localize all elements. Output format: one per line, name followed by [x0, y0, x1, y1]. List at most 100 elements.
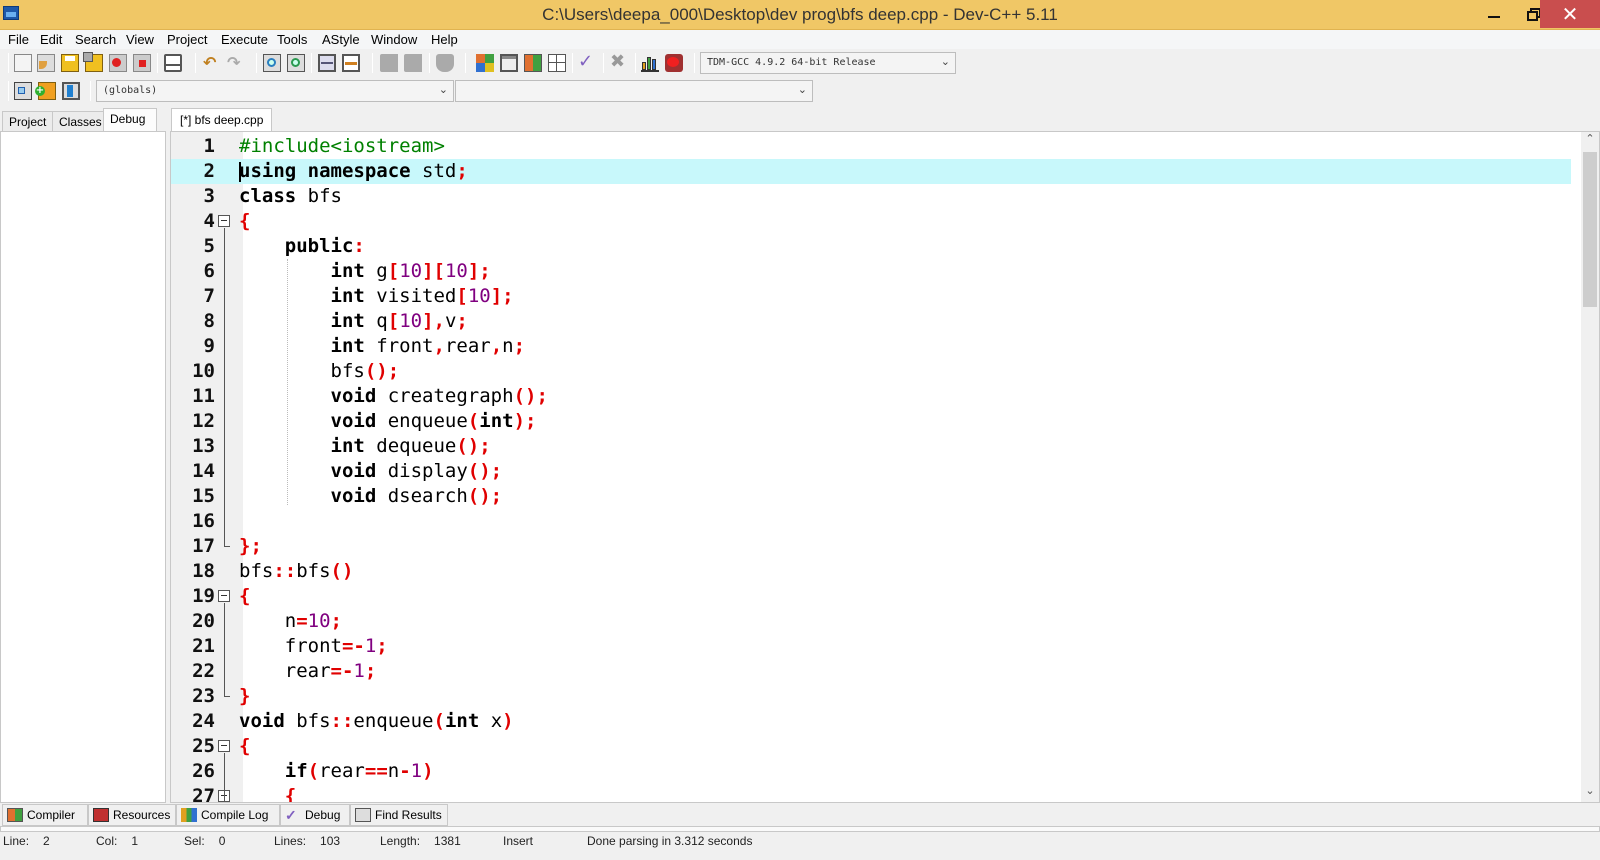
code-text[interactable]: int visited[10];	[239, 284, 514, 309]
code-line[interactable]: 19 {	[171, 584, 1571, 609]
code-line[interactable]: 8 int q[10],v;	[171, 309, 1571, 334]
menu-edit[interactable]: Edit	[40, 32, 62, 47]
tab-debug[interactable]: Debug	[103, 108, 157, 132]
redo-icon[interactable]: ↷	[227, 55, 245, 73]
new-file-icon[interactable]	[14, 54, 32, 72]
menu-window[interactable]: Window	[371, 32, 417, 47]
compile-icon[interactable]	[476, 54, 494, 72]
code-line[interactable]: 12 void enqueue(int);	[171, 409, 1571, 434]
code-line[interactable]: 6 int g[10][10];	[171, 259, 1571, 284]
code-text[interactable]: {	[239, 734, 250, 759]
menu-project[interactable]: Project	[167, 32, 207, 47]
code-text[interactable]: using namespace std;	[239, 159, 468, 184]
code-text[interactable]: void creategraph();	[239, 384, 548, 409]
fold-collapse-icon[interactable]	[218, 215, 230, 227]
code-text[interactable]: }	[239, 684, 250, 709]
scope-select[interactable]: (globals) ⌄	[96, 80, 454, 102]
code-line[interactable]: 24 void bfs::enqueue(int x)	[171, 709, 1571, 734]
tab-find-results[interactable]: Find Results	[350, 804, 448, 826]
code-text[interactable]: rear=-1;	[239, 659, 377, 684]
code-line[interactable]: 7 int visited[10];	[171, 284, 1571, 309]
stop-icon[interactable]: ✖	[610, 53, 628, 71]
new-project-icon[interactable]	[14, 82, 32, 100]
code-text[interactable]: {	[239, 784, 296, 802]
bookmark-prev-icon[interactable]	[380, 54, 398, 72]
code-text[interactable]: public:	[239, 234, 365, 259]
code-line[interactable]: 27 {	[171, 784, 1571, 802]
syntax-check-icon[interactable]: ✓	[578, 53, 596, 71]
replace-icon[interactable]	[287, 54, 305, 72]
code-text[interactable]: bfs();	[239, 359, 400, 384]
code-line[interactable]: 3 class bfs	[171, 184, 1571, 209]
delete-profile-icon[interactable]	[665, 54, 683, 72]
code-line[interactable]: 10 bfs();	[171, 359, 1571, 384]
tab-compile-log[interactable]: Compile Log	[176, 804, 280, 826]
profile-icon[interactable]	[641, 54, 659, 72]
code-text[interactable]: int g[10][10];	[239, 259, 491, 284]
save-icon[interactable]	[61, 54, 79, 72]
code-text[interactable]: void dsearch();	[239, 484, 503, 509]
code-line[interactable]: 23}	[171, 684, 1571, 709]
code-text[interactable]: n=10;	[239, 609, 342, 634]
close-button[interactable]: ✕	[1540, 0, 1600, 28]
menu-search[interactable]: Search	[75, 32, 116, 47]
code-text[interactable]: bfs::bfs()	[239, 559, 353, 584]
open-file-icon[interactable]	[37, 54, 55, 72]
tab-classes[interactable]: Classes	[52, 111, 109, 132]
code-text[interactable]: front=-1;	[239, 634, 388, 659]
code-line[interactable]: 5 public:	[171, 234, 1571, 259]
indent-icon[interactable]	[318, 54, 336, 72]
run-icon[interactable]	[500, 54, 518, 72]
code-line[interactable]: 11 void creategraph();	[171, 384, 1571, 409]
code-line[interactable]: 2 using namespace std;	[171, 159, 1571, 184]
compile-run-icon[interactable]	[524, 54, 542, 72]
print-icon[interactable]	[164, 54, 182, 72]
code-line[interactable]: 15 void dsearch();	[171, 484, 1571, 509]
editor-tab-bfs-deep-cpp[interactable]: [*] bfs deep.cpp	[171, 108, 273, 132]
scroll-down-icon[interactable]: ⌄	[1581, 784, 1599, 802]
code-line[interactable]: 16	[171, 509, 1571, 534]
rebuild-icon[interactable]	[548, 54, 566, 72]
project-options-icon[interactable]	[62, 82, 80, 100]
code-text[interactable]: void bfs::enqueue(int x)	[239, 709, 514, 734]
unindent-icon[interactable]	[342, 54, 360, 72]
code-text[interactable]: {	[239, 209, 250, 234]
debug-panel[interactable]	[0, 131, 166, 803]
code-text[interactable]: #include<iostream>	[239, 134, 445, 159]
menu-tools[interactable]: Tools	[277, 32, 307, 47]
code-line[interactable]: 26 if(rear==n-1)	[171, 759, 1571, 784]
code-line[interactable]: 20 n=10;	[171, 609, 1571, 634]
tab-debug-output[interactable]: ✓ Debug	[280, 804, 350, 826]
code-line[interactable]: 9 int front,rear,n;	[171, 334, 1571, 359]
bookmark-next-icon[interactable]	[404, 54, 422, 72]
tab-project[interactable]: Project	[2, 111, 54, 132]
code-text[interactable]: class bfs	[239, 184, 342, 209]
code-line[interactable]: 14 void display();	[171, 459, 1571, 484]
fold-collapse-icon[interactable]	[218, 740, 230, 752]
save-all-icon[interactable]	[83, 52, 103, 72]
code-text[interactable]: int q[10],v;	[239, 309, 468, 334]
function-select[interactable]: ⌄	[455, 80, 813, 102]
code-line[interactable]: 21 front=-1;	[171, 634, 1571, 659]
code-editor[interactable]: 1 #include<iostream> 2 using namespace std;…	[170, 131, 1600, 803]
code-line[interactable]: 1 #include<iostream>	[171, 134, 1571, 159]
code-text[interactable]: int dequeue();	[239, 434, 491, 459]
code-text[interactable]: void enqueue(int);	[239, 409, 537, 434]
add-to-project-icon[interactable]: +	[35, 82, 56, 100]
scroll-up-icon[interactable]: ⌃	[1581, 132, 1599, 150]
code-line[interactable]: 4{	[171, 209, 1571, 234]
code-line[interactable]: 17};	[171, 534, 1571, 559]
close-all-icon[interactable]	[133, 54, 151, 72]
find-icon[interactable]	[263, 54, 281, 72]
vertical-scrollbar[interactable]: ⌃ ⌄	[1581, 132, 1599, 802]
code-line[interactable]: 13 int dequeue();	[171, 434, 1571, 459]
code-text[interactable]: if(rear==n-1)	[239, 759, 434, 784]
code-line[interactable]: 22 rear=-1;	[171, 659, 1571, 684]
tab-compiler[interactable]: Compiler	[2, 804, 88, 826]
code-line[interactable]: 25 {	[171, 734, 1571, 759]
minimize-button[interactable]	[1474, 0, 1514, 28]
menu-execute[interactable]: Execute	[221, 32, 268, 47]
menu-view[interactable]: View	[126, 32, 154, 47]
code-text[interactable]: int front,rear,n;	[239, 334, 526, 359]
close-file-icon[interactable]	[109, 54, 127, 72]
